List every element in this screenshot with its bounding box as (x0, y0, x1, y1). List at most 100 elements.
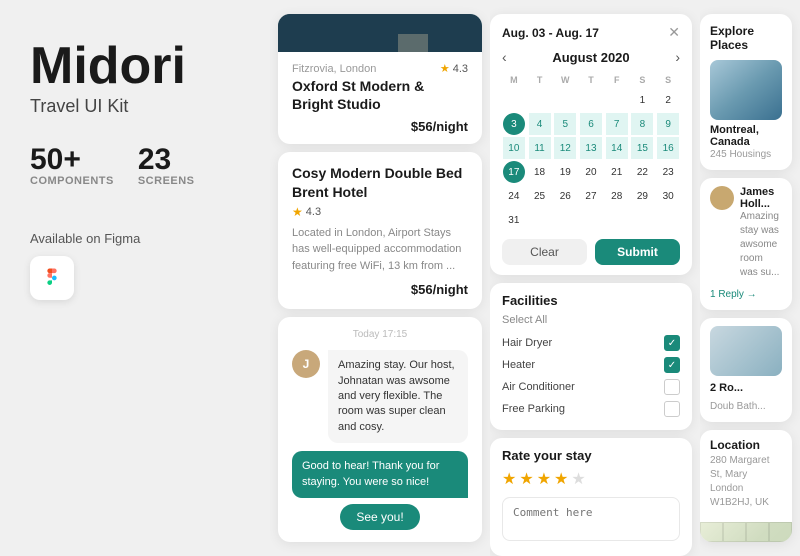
star-2[interactable]: ★ (519, 469, 533, 489)
hotel-name: Oxford St Modern & Bright Studio (292, 77, 468, 113)
brand-subtitle: Travel UI Kit (30, 96, 240, 117)
cal-day-9[interactable]: 9 (657, 113, 679, 135)
hotel-meta-row: Fitzrovia, London ★ 4.3 (292, 62, 468, 75)
cal-day-empty (554, 89, 576, 111)
left-panel: Midori Travel UI Kit 50+ COMPONENTS 23 S… (0, 0, 270, 556)
calendar-grid: M T W T F S S 1 2 3 4 5 6 7 8 9 10 11 (502, 73, 680, 231)
brand-title: Midori (30, 40, 240, 92)
cal-day-5[interactable]: 5 (554, 113, 576, 135)
cal-header-m: M (502, 73, 526, 87)
cal-day-14[interactable]: 14 (606, 137, 628, 159)
facility-parking-checkbox[interactable] (664, 401, 680, 417)
cal-day-29[interactable]: 29 (631, 185, 653, 207)
hotel-price: $56/night (292, 119, 468, 134)
cal-header-f: F (605, 73, 629, 87)
cal-day-12[interactable]: 12 (554, 137, 576, 159)
facility-ac-label: Air Conditioner (502, 381, 575, 393)
calendar-month: August 2020 (552, 50, 629, 65)
reply-button[interactable]: 1 Reply → (710, 289, 757, 300)
cal-day-2[interactable]: 2 (657, 89, 679, 111)
location-info: Location 280 Margaret St, Mary London W1… (700, 430, 792, 522)
stats-row: 50+ COMPONENTS 23 SCREENS (30, 145, 240, 187)
see-you-button[interactable]: See you! (340, 504, 419, 530)
explore-image (710, 60, 782, 120)
chat-bubble-left: Amazing stay. Our host, Johnatan was aws… (328, 350, 468, 443)
figma-label: Available on Figma (30, 231, 240, 246)
calendar-prev-button[interactable]: ‹ (502, 49, 507, 65)
property-image (710, 326, 782, 376)
calendar-card: Aug. 03 - Aug. 17 ✕ ‹ August 2020 › M T … (490, 14, 692, 275)
cal-day-16[interactable]: 16 (657, 137, 679, 159)
star-4[interactable]: ★ (554, 469, 568, 489)
search-card-desc: Located in London, Airport Stays has wel… (292, 225, 468, 275)
cal-day-17[interactable]: 17 (503, 161, 525, 183)
cal-day-31[interactable]: 31 (503, 209, 525, 231)
calendar-close-icon[interactable]: ✕ (668, 24, 680, 41)
calendar-nav: ‹ August 2020 › (502, 49, 680, 65)
cal-day-24[interactable]: 24 (503, 185, 525, 207)
location-address: 280 Margaret St, Mary London W1B2HJ, UK (710, 454, 782, 510)
submit-button[interactable]: Submit (595, 239, 680, 265)
stat-screens: 23 SCREENS (138, 145, 195, 187)
cal-day-20[interactable]: 20 (580, 161, 602, 183)
screens-label: SCREENS (138, 175, 195, 187)
components-number: 50+ (30, 145, 114, 175)
facility-ac: Air Conditioner (502, 376, 680, 398)
star-1[interactable]: ★ (502, 469, 516, 489)
facility-heater: Heater ✓ (502, 354, 680, 376)
hotel-image-overlay (278, 14, 482, 52)
reviewer-avatar (710, 186, 734, 210)
facility-heater-checkbox[interactable]: ✓ (664, 357, 680, 373)
location-card: Location 280 Margaret St, Mary London W1… (700, 430, 792, 542)
cal-day-30[interactable]: 30 (657, 185, 679, 207)
cal-day-empty (503, 89, 525, 111)
facility-ac-checkbox[interactable] (664, 379, 680, 395)
cal-day-23[interactable]: 23 (657, 161, 679, 183)
calendar-header: Aug. 03 - Aug. 17 ✕ (502, 24, 680, 41)
facility-hair-dryer-checkbox[interactable]: ✓ (664, 335, 680, 351)
explore-place-name: Montreal, Canada (710, 124, 782, 148)
cal-day-25[interactable]: 25 (529, 185, 551, 207)
components-label: COMPONENTS (30, 175, 114, 187)
cal-day-11[interactable]: 11 (529, 137, 551, 159)
map-cell (723, 522, 746, 542)
cal-day-4[interactable]: 4 (529, 113, 551, 135)
cal-day-1[interactable]: 1 (631, 89, 653, 111)
search-card-rating-value: 4.3 (306, 206, 321, 218)
calendar-range: Aug. 03 - Aug. 17 (502, 26, 599, 40)
cal-day-8[interactable]: 8 (631, 113, 653, 135)
cal-day-22[interactable]: 22 (631, 161, 653, 183)
star-5[interactable]: ★ (571, 469, 585, 489)
far-right-section: Explore Places Montreal, Canada 245 Hous… (700, 0, 800, 556)
cal-day-21[interactable]: 21 (606, 161, 628, 183)
cal-day-18[interactable]: 18 (529, 161, 551, 183)
calendar-next-button[interactable]: › (675, 49, 680, 65)
cal-header-t1: T (528, 73, 552, 87)
cal-day-15[interactable]: 15 (631, 137, 653, 159)
cal-day-7[interactable]: 7 (606, 113, 628, 135)
cal-day-10[interactable]: 10 (503, 137, 525, 159)
stars-row: ★ ★ ★ ★ ★ (502, 469, 680, 489)
cal-day-27[interactable]: 27 (580, 185, 602, 207)
cal-day-empty (606, 89, 628, 111)
hotel-info: Fitzrovia, London ★ 4.3 Oxford St Modern… (278, 52, 482, 144)
cal-day-empty (657, 209, 679, 231)
cal-day-26[interactable]: 26 (554, 185, 576, 207)
cal-day-6[interactable]: 6 (580, 113, 602, 135)
select-all[interactable]: Select All (502, 314, 680, 326)
rate-title: Rate your stay (502, 448, 680, 463)
cal-day-19[interactable]: 19 (554, 161, 576, 183)
cal-day-empty (606, 209, 628, 231)
clear-button[interactable]: Clear (502, 239, 587, 265)
location-map: MARYLEBONE (700, 522, 792, 542)
star-3[interactable]: ★ (537, 469, 551, 489)
hotel-location: Fitzrovia, London (292, 63, 376, 75)
cal-day-13[interactable]: 13 (580, 137, 602, 159)
cal-day-3[interactable]: 3 (503, 113, 525, 135)
chat-card: Today 17:15 J Amazing stay. Our host, Jo… (278, 317, 482, 542)
cal-day-28[interactable]: 28 (606, 185, 628, 207)
star-icon: ★ (440, 62, 450, 75)
comment-input[interactable] (502, 497, 680, 541)
reviewer-name: James Holl... (740, 186, 782, 210)
cal-day-empty (580, 209, 602, 231)
